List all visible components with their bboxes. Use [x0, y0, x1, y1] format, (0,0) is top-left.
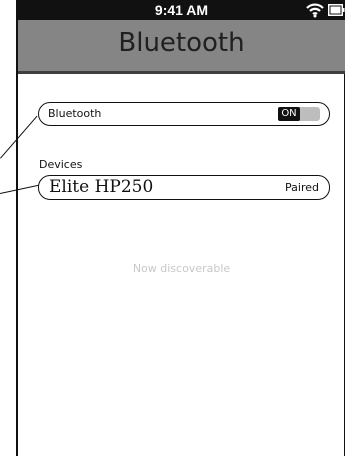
status-time: 9:41 AM [154, 2, 209, 18]
wifi-icon [306, 3, 324, 18]
bluetooth-toggle[interactable]: ON [278, 107, 320, 121]
status-bar: 9:41 AM [18, 0, 345, 20]
device-row[interactable]: Elite HP250 Paired [38, 175, 330, 200]
devices-section-label: Devices [39, 158, 83, 171]
pointer-line-bluetooth [0, 115, 38, 159]
pointer-line-device [0, 184, 40, 194]
toggle-state-label: ON [278, 107, 300, 121]
device-name: Elite HP250 [49, 177, 154, 197]
page-title: Bluetooth [118, 28, 245, 58]
title-bar: Bluetooth [18, 20, 345, 74]
discoverable-message: Now discoverable [132, 262, 231, 275]
device-status: Paired [285, 181, 319, 194]
screen: 9:41 AM Bluetooth Bluetooth ON Devices E… [0, 0, 345, 456]
bluetooth-setting-label: Bluetooth [48, 107, 102, 120]
bluetooth-setting-row[interactable]: Bluetooth ON [38, 102, 330, 126]
battery-icon [328, 4, 345, 16]
